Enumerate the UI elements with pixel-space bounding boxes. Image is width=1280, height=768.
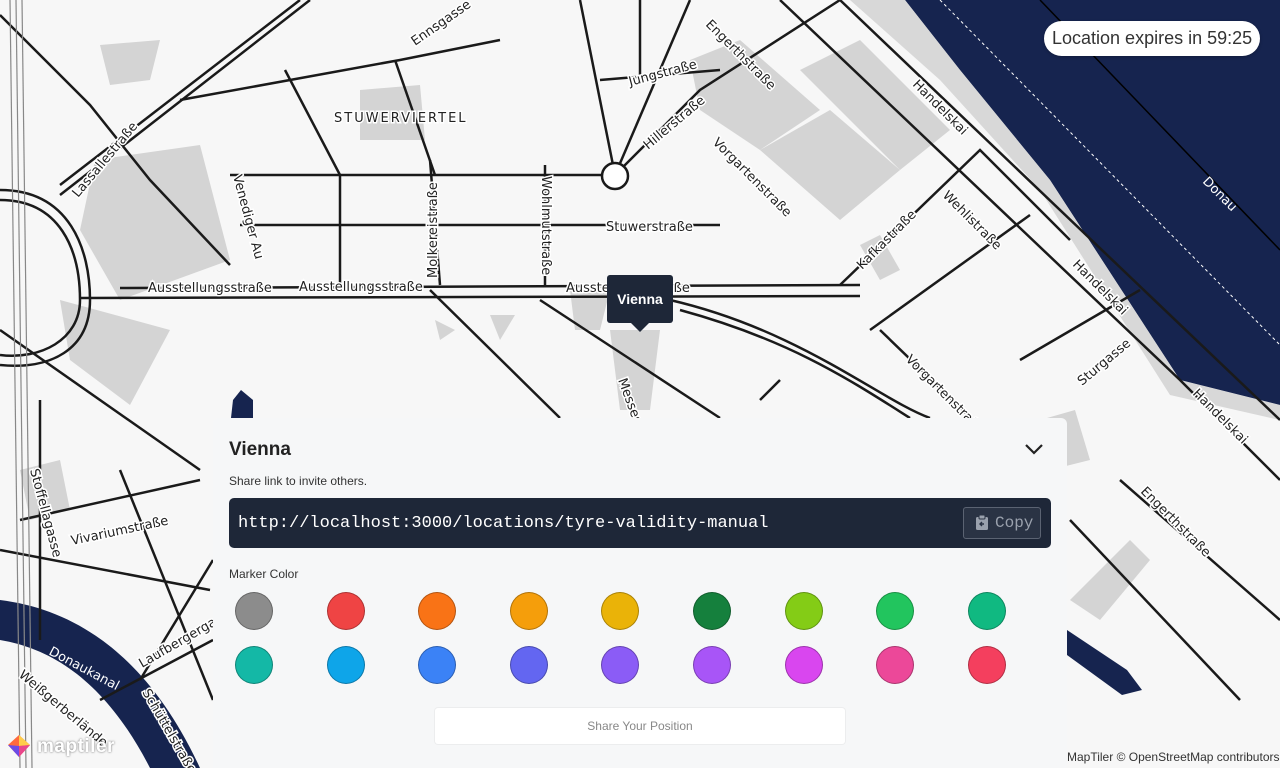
color-swatch[interactable] xyxy=(784,646,823,684)
share-url[interactable]: http://localhost:3000/locations/tyre-val… xyxy=(238,514,769,533)
color-swatch[interactable] xyxy=(509,646,548,684)
color-swatch[interactable] xyxy=(784,592,823,630)
color-swatch[interactable] xyxy=(418,592,457,630)
color-swatch[interactable] xyxy=(235,592,273,630)
copy-label: Copy xyxy=(995,514,1034,532)
share-instructions: Share link to invite others. xyxy=(229,474,368,488)
label-ausstellungsstrasse-1: Ausstellungsstraße xyxy=(148,281,272,296)
color-swatch[interactable] xyxy=(967,646,1006,684)
maptiler-logo-text: maptiler xyxy=(37,736,115,757)
color-swatch[interactable] xyxy=(876,646,915,684)
label-district: STUWERVIERTEL xyxy=(334,111,468,126)
color-swatch[interactable] xyxy=(967,592,1006,630)
color-swatch[interactable] xyxy=(601,592,640,630)
map-attribution[interactable]: MapTiler © OpenStreetMap contributors xyxy=(1067,750,1279,764)
label-molkereistrasse: Molkereistraße xyxy=(426,182,441,278)
color-swatch[interactable] xyxy=(509,592,548,630)
share-link-box: http://localhost:3000/locations/tyre-val… xyxy=(229,498,1051,548)
location-expiry-badge: Location expires in 59:25 xyxy=(1044,21,1261,56)
clipboard-icon xyxy=(976,515,988,530)
color-swatch[interactable] xyxy=(601,646,640,684)
color-swatch[interactable] xyxy=(876,592,915,630)
location-panel: Vienna Share link to invite others. http… xyxy=(213,418,1067,768)
color-swatch[interactable] xyxy=(693,592,731,630)
color-swatch[interactable] xyxy=(326,646,365,684)
color-swatch[interactable] xyxy=(326,592,365,630)
label-stuwerstrasse: Stuwerstraße xyxy=(606,220,693,235)
label-ausstellungsstrasse-2: Ausstellungsstraße xyxy=(299,280,423,295)
map-marker[interactable]: Vienna xyxy=(607,275,673,332)
panel-title: Vienna xyxy=(229,439,291,460)
color-swatch[interactable] xyxy=(418,646,457,684)
maptiler-logo-icon xyxy=(8,735,30,757)
copy-button[interactable]: Copy xyxy=(963,507,1041,539)
chevron-down-icon[interactable] xyxy=(1023,440,1045,458)
marker-color-label: Marker Color xyxy=(229,567,299,581)
share-position-button[interactable]: Share Your Position xyxy=(435,708,845,744)
color-swatch[interactable] xyxy=(235,646,273,684)
label-wohlmutstrasse: Wohlmutstraße xyxy=(538,176,553,275)
color-swatch[interactable] xyxy=(693,646,731,684)
